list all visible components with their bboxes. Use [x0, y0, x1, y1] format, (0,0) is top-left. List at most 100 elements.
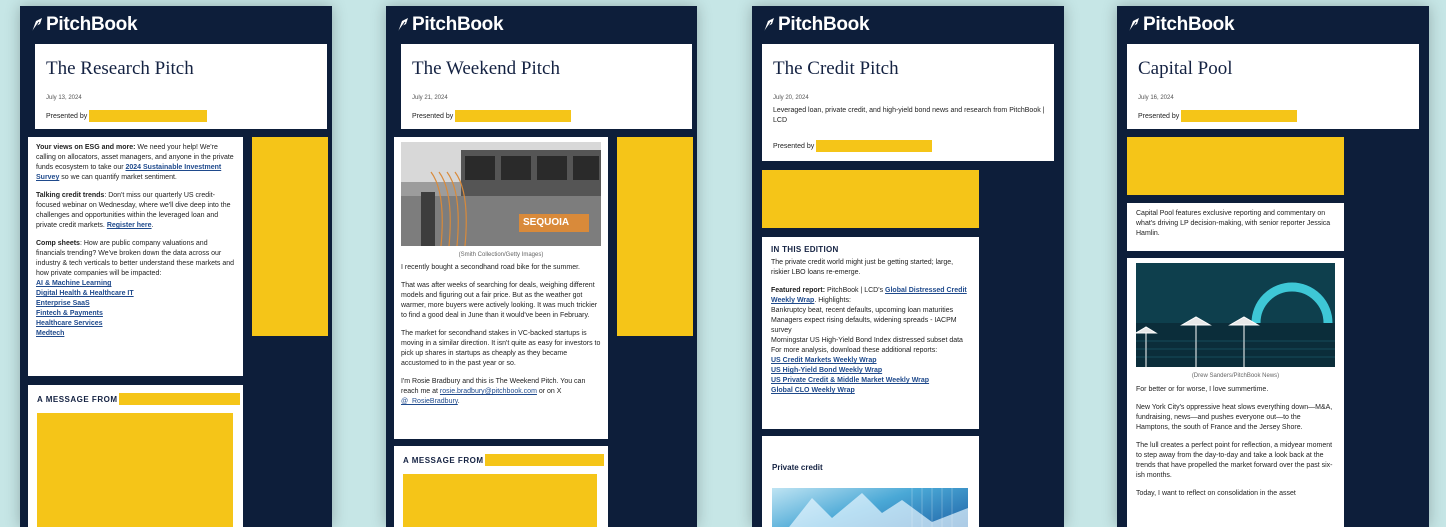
intro-card: Capital Pool features exclusive reportin…: [1127, 203, 1344, 251]
presented-by: Presented by: [46, 110, 208, 122]
advertiser-redacted: [485, 454, 605, 466]
paragraph-4: I'm Rosie Bradbury and this is The Weeke…: [401, 377, 601, 407]
featured-text: PitchBook | LCD's: [825, 287, 886, 294]
pitchbook-logo[interactable]: PitchBook: [30, 14, 138, 36]
link-healthcare-services[interactable]: Healthcare Services: [36, 320, 103, 327]
pitchbook-logo[interactable]: PitchBook: [1127, 14, 1235, 36]
logo-text: PitchBook: [778, 14, 870, 35]
comp-paragraph: Comp sheets: How are public company valu…: [36, 239, 235, 279]
vertical-links: AI & Machine Learning Digital Health & H…: [36, 279, 235, 339]
sponsor-logo-redacted: [89, 110, 208, 122]
link-digital-health[interactable]: Digital Health & Healthcare IT: [36, 290, 134, 297]
ad-block-redacted[interactable]: [403, 474, 597, 527]
pitchbook-logo[interactable]: PitchBook: [396, 14, 504, 36]
ad-block-redacted[interactable]: [37, 413, 233, 527]
credit-tail: .: [151, 222, 154, 229]
presented-by-label: Presented by: [46, 112, 88, 120]
message-from-label: A MESSAGE FROM: [403, 455, 484, 465]
author-email-link[interactable]: rosie.bradbury@pitchbook.com: [440, 388, 537, 395]
register-link[interactable]: Register here: [107, 222, 152, 229]
credit-paragraph: Talking credit trends: Don't miss our qu…: [36, 191, 235, 231]
edition-summary: The private credit world might just be g…: [771, 259, 954, 276]
paragraph-1: For better or for worse, I love summerti…: [1136, 386, 1269, 393]
highlight-item: Managers expect rising defaults, widenin…: [771, 317, 957, 334]
tagline: Leveraged loan, private credit, and high…: [773, 107, 1045, 124]
credit-heading: Talking credit trends: [36, 192, 105, 199]
pitchbook-logo[interactable]: PitchBook: [762, 14, 870, 36]
paragraph-2: That was after weeks of searching for de…: [401, 282, 598, 319]
issue-date: July 16, 2024: [1138, 95, 1174, 101]
banner-ad-redacted[interactable]: [762, 170, 979, 228]
sponsor-logo-redacted: [455, 110, 572, 122]
section-image: [772, 488, 968, 527]
edition-header: IN THIS EDITION: [771, 245, 839, 254]
side-ad-redacted[interactable]: [617, 137, 693, 336]
finance-illustration: [789, 488, 968, 527]
presented-by: Presented by: [773, 140, 933, 152]
paragraph-2: New York City's oppressive heat slows ev…: [1136, 404, 1333, 431]
paragraph-4: Today, I want to reflect on consolidatio…: [1136, 490, 1296, 497]
report-link-private-credit[interactable]: US Private Credit & Middle Market Weekly…: [771, 377, 929, 384]
page-title: The Weekend Pitch: [412, 58, 560, 79]
message-from-label: A MESSAGE FROM: [37, 394, 118, 404]
p4-tail: .: [457, 398, 460, 405]
report-link-us-credit[interactable]: US Credit Markets Weekly Wrap: [771, 357, 877, 364]
newsletter-weekend-pitch: PitchBook The Weekend Pitch July 21, 202…: [386, 6, 697, 527]
sponsor-logo-redacted: [1181, 110, 1298, 122]
logo-text: PitchBook: [1143, 14, 1235, 35]
message-card: A MESSAGE FROM: [28, 385, 243, 527]
newsletter-research-pitch: PitchBook The Research Pitch July 13, 20…: [20, 6, 332, 527]
author-x-link[interactable]: @_RosieBradbury: [401, 398, 458, 405]
logo-text: PitchBook: [412, 14, 504, 35]
link-ai-ml[interactable]: AI & Machine Learning: [36, 280, 111, 287]
feather-logo-icon: [397, 18, 408, 33]
featured-label: Featured report:: [771, 287, 826, 294]
esg-paragraph: Your views on ESG and more: We need your…: [36, 143, 235, 183]
highlight-item: Morningstar US High-Yield Bond Index dis…: [771, 337, 963, 344]
issue-date: July 13, 2024: [46, 95, 82, 101]
page-title: The Research Pitch: [46, 58, 194, 79]
content-card: SEQUOIA (Smith Collection/Getty Images) …: [394, 137, 608, 439]
presented-by: Presented by: [412, 110, 572, 122]
header-card: The Credit Pitch July 20, 2024 Leveraged…: [762, 44, 1054, 161]
link-enterprise-saas[interactable]: Enterprise SaaS: [36, 300, 90, 307]
message-from-header: A MESSAGE FROM: [37, 393, 241, 405]
feather-logo-icon: [1128, 18, 1139, 33]
header-card: The Weekend Pitch July 21, 2024 Presente…: [401, 44, 692, 129]
banner-ad-redacted[interactable]: [1127, 137, 1344, 195]
feather-logo-icon: [763, 18, 774, 33]
intro-text: Capital Pool features exclusive reportin…: [1136, 210, 1331, 237]
pool-illustration: [1136, 263, 1335, 367]
message-card: A MESSAGE FROM: [394, 446, 608, 527]
esg-tail: so we can quantify market sentiment.: [59, 174, 177, 181]
issue-date: July 20, 2024: [773, 95, 809, 101]
section-title: Private credit: [772, 463, 823, 472]
page-title: Capital Pool: [1138, 58, 1233, 79]
header-card: Capital Pool July 16, 2024 Presented by: [1127, 44, 1419, 129]
report-link-global-clo[interactable]: Global CLO Weekly Wrap: [771, 387, 855, 394]
highlight-item: For more analysis, download these additi…: [771, 347, 938, 354]
link-medtech[interactable]: Medtech: [36, 330, 64, 337]
p4-mid: or on X: [536, 388, 562, 395]
logo-text: PitchBook: [46, 14, 138, 35]
report-link-high-yield[interactable]: US High-Yield Bond Weekly Wrap: [771, 367, 882, 374]
comp-heading: Comp sheets: [36, 240, 80, 247]
link-fintech[interactable]: Fintech & Payments: [36, 310, 103, 317]
esg-heading: Your views on ESG and more:: [36, 144, 136, 151]
building-illustration: [401, 142, 601, 246]
side-ad-redacted[interactable]: [252, 137, 328, 336]
paragraph-3: The lull creates a perfect point for ref…: [1136, 442, 1333, 479]
header-card: The Research Pitch July 13, 2024 Present…: [35, 44, 327, 129]
pool-photo: [1136, 263, 1335, 367]
photo-caption: (Smith Collection/Getty Images): [458, 252, 544, 258]
sequoia-sign: SEQUOIA: [523, 217, 570, 228]
sequoia-photo: SEQUOIA: [401, 142, 601, 246]
content-card: (Drew Sanders/PitchBook News) For better…: [1127, 258, 1344, 527]
highlight-item: Bankruptcy beat, recent defaults, upcomi…: [771, 307, 954, 314]
featured-paragraph: Featured report: PitchBook | LCD's Globa…: [771, 286, 970, 306]
sponsor-logo-redacted: [816, 140, 933, 152]
issue-date: July 21, 2024: [412, 95, 448, 101]
paragraph-1: I recently bought a secondhand road bike…: [401, 264, 580, 271]
presented-by-label: Presented by: [773, 142, 815, 150]
feather-logo-icon: [31, 18, 42, 33]
